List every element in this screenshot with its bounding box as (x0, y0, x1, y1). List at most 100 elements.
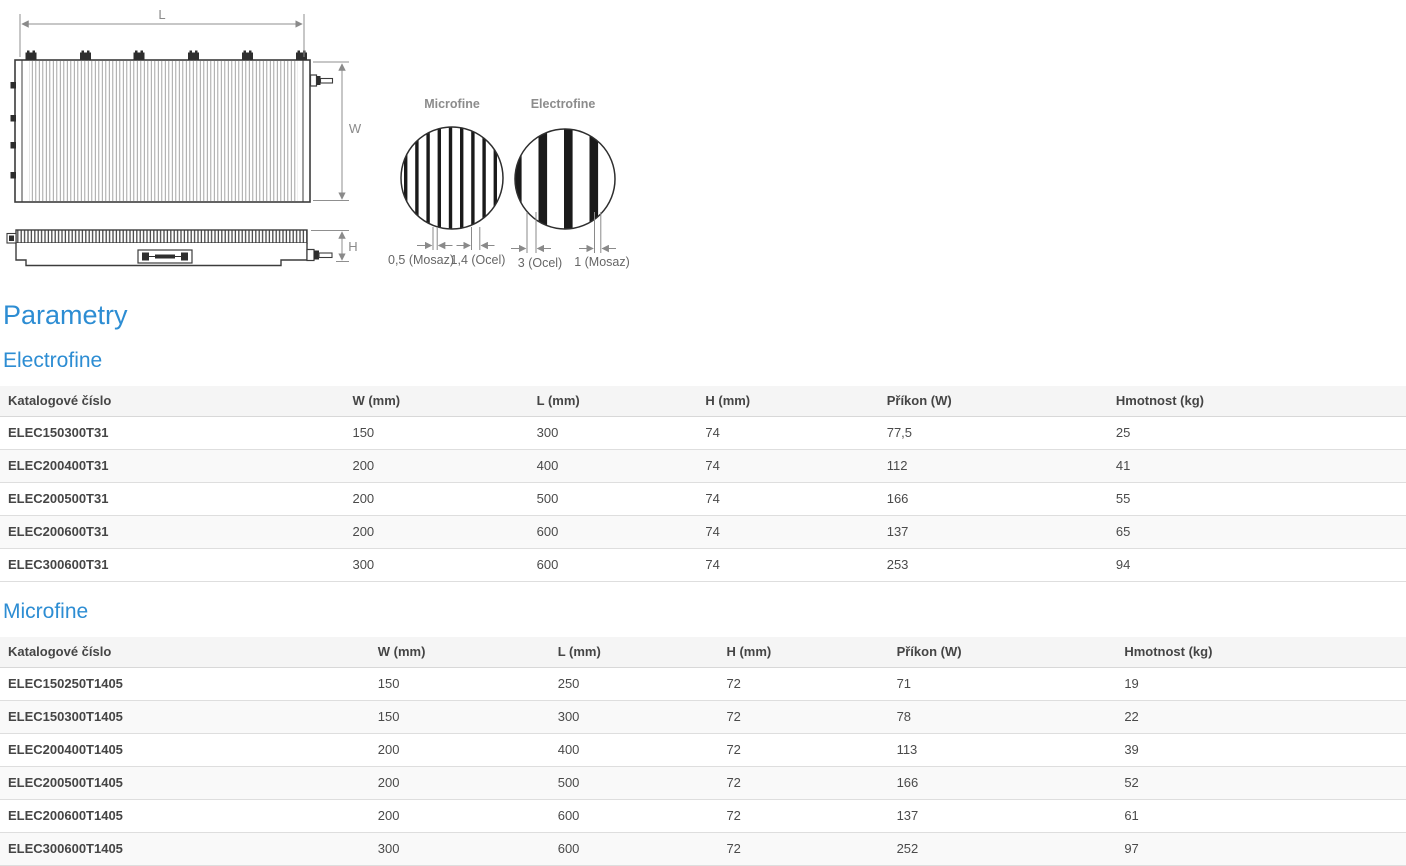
table-row: ELEC200500T31 200 500 74 166 55 (0, 483, 1406, 516)
cell-catalog: ELEC200500T1405 (0, 767, 370, 800)
cell-h: 74 (697, 417, 878, 450)
cell-catalog: ELEC150300T31 (0, 417, 344, 450)
plate-top-view (11, 51, 333, 203)
cell-power: 166 (889, 767, 1117, 800)
cell-weight: 65 (1108, 516, 1406, 549)
cell-l: 500 (529, 483, 698, 516)
cell-catalog: ELEC300600T1405 (0, 833, 370, 866)
column-header-catalog: Katalogové číslo (0, 637, 370, 668)
cell-w: 300 (370, 833, 550, 866)
cell-h: 74 (697, 549, 878, 582)
column-header-l: L (mm) (550, 637, 719, 668)
cell-weight: 94 (1108, 549, 1406, 582)
cable-connector-side (307, 250, 332, 261)
cell-h: 74 (697, 483, 878, 516)
cell-l: 600 (550, 833, 719, 866)
microfine-brass-dim: 0,5 (Mosaz) (388, 253, 454, 267)
cell-power: 137 (889, 800, 1117, 833)
cell-w: 200 (370, 734, 550, 767)
name-plate (138, 250, 192, 263)
cell-h: 72 (718, 701, 888, 734)
technical-drawing-area: L W (0, 0, 660, 292)
column-header-catalog: Katalogové číslo (0, 386, 344, 417)
table-row: ELEC200400T1405 200 400 72 113 39 (0, 734, 1406, 767)
column-header-h: H (mm) (718, 637, 888, 668)
cell-power: 113 (889, 734, 1117, 767)
microfine-detail-title: Microfine (424, 97, 480, 111)
electrofine-parameters-table: Katalogové číslo W (mm) L (mm) H (mm) Př… (0, 386, 1406, 582)
column-header-l: L (mm) (529, 386, 698, 417)
cell-h: 72 (718, 833, 888, 866)
table-row: ELEC300600T1405 300 600 72 252 97 (0, 833, 1406, 866)
table-row: ELEC300600T31 300 600 74 253 94 (0, 549, 1406, 582)
cell-catalog: ELEC200600T1405 (0, 800, 370, 833)
cell-w: 300 (344, 549, 528, 582)
cell-weight: 52 (1116, 767, 1406, 800)
section-title-microfine: Microfine (3, 599, 1406, 624)
cell-power: 71 (889, 668, 1117, 701)
cell-l: 300 (529, 417, 698, 450)
cell-power: 112 (879, 450, 1108, 483)
width-dim-label: W (349, 121, 362, 136)
table-row: ELEC150300T1405 150 300 72 78 22 (0, 701, 1406, 734)
cell-power: 78 (889, 701, 1117, 734)
microfine-parameters-table: Katalogové číslo W (mm) L (mm) H (mm) Př… (0, 637, 1406, 866)
cell-h: 72 (718, 668, 888, 701)
cell-power: 253 (879, 549, 1108, 582)
cell-w: 200 (344, 483, 528, 516)
cell-h: 74 (697, 516, 878, 549)
cell-weight: 39 (1116, 734, 1406, 767)
cell-w: 150 (370, 668, 550, 701)
cell-l: 300 (550, 701, 719, 734)
cell-w: 200 (370, 800, 550, 833)
electrofine-detail: Electrofine 3 (Ocel) 1 (Mosaz) (511, 97, 630, 270)
cell-catalog: ELEC300600T31 (0, 549, 344, 582)
cell-power: 166 (879, 483, 1108, 516)
table-header-row: Katalogové číslo W (mm) L (mm) H (mm) Př… (0, 637, 1406, 668)
cell-l: 600 (529, 549, 698, 582)
cell-catalog: ELEC200500T31 (0, 483, 344, 516)
table-row: ELEC150300T31 150 300 74 77,5 25 (0, 417, 1406, 450)
column-header-power: Příkon (W) (889, 637, 1117, 668)
cell-weight: 41 (1108, 450, 1406, 483)
cell-h: 74 (697, 450, 878, 483)
section-title-electrofine: Electrofine (3, 348, 1406, 373)
height-dim-label: H (348, 239, 357, 254)
electrofine-detail-title: Electrofine (531, 97, 596, 111)
cell-weight: 22 (1116, 701, 1406, 734)
cell-l: 400 (529, 450, 698, 483)
cell-w: 200 (344, 516, 528, 549)
table-row: ELEC150250T1405 150 250 72 71 19 (0, 668, 1406, 701)
table-row: ELEC200600T1405 200 600 72 137 61 (0, 800, 1406, 833)
cell-w: 200 (344, 450, 528, 483)
column-header-power: Příkon (W) (879, 386, 1108, 417)
microfine-detail: Microfine 0,5 (Mosaz) 1,4 (Ocel) (388, 97, 505, 267)
cell-weight: 55 (1108, 483, 1406, 516)
cell-l: 500 (550, 767, 719, 800)
left-connector-side (7, 234, 16, 244)
table-row: ELEC200600T31 200 600 74 137 65 (0, 516, 1406, 549)
cell-catalog: ELEC200400T1405 (0, 734, 370, 767)
cell-power: 137 (879, 516, 1108, 549)
cell-w: 150 (370, 701, 550, 734)
cell-weight: 25 (1108, 417, 1406, 450)
cell-h: 72 (718, 800, 888, 833)
cell-w: 150 (344, 417, 528, 450)
cell-l: 600 (529, 516, 698, 549)
cell-w: 200 (370, 767, 550, 800)
cell-catalog: ELEC200400T31 (0, 450, 344, 483)
column-header-h: H (mm) (697, 386, 878, 417)
length-dim-label: L (158, 7, 165, 22)
technical-drawing: L W (0, 0, 660, 292)
cell-l: 400 (550, 734, 719, 767)
electrofine-brass-dim: 1 (Mosaz) (574, 255, 630, 269)
cell-power: 77,5 (879, 417, 1108, 450)
cell-weight: 97 (1116, 833, 1406, 866)
column-header-weight: Hmotnost (kg) (1108, 386, 1406, 417)
column-header-w: W (mm) (370, 637, 550, 668)
cell-catalog: ELEC200600T31 (0, 516, 344, 549)
table-header-row: Katalogové číslo W (mm) L (mm) H (mm) Př… (0, 386, 1406, 417)
cell-l: 600 (550, 800, 719, 833)
cell-power: 252 (889, 833, 1117, 866)
cable-connector-top (311, 75, 333, 86)
